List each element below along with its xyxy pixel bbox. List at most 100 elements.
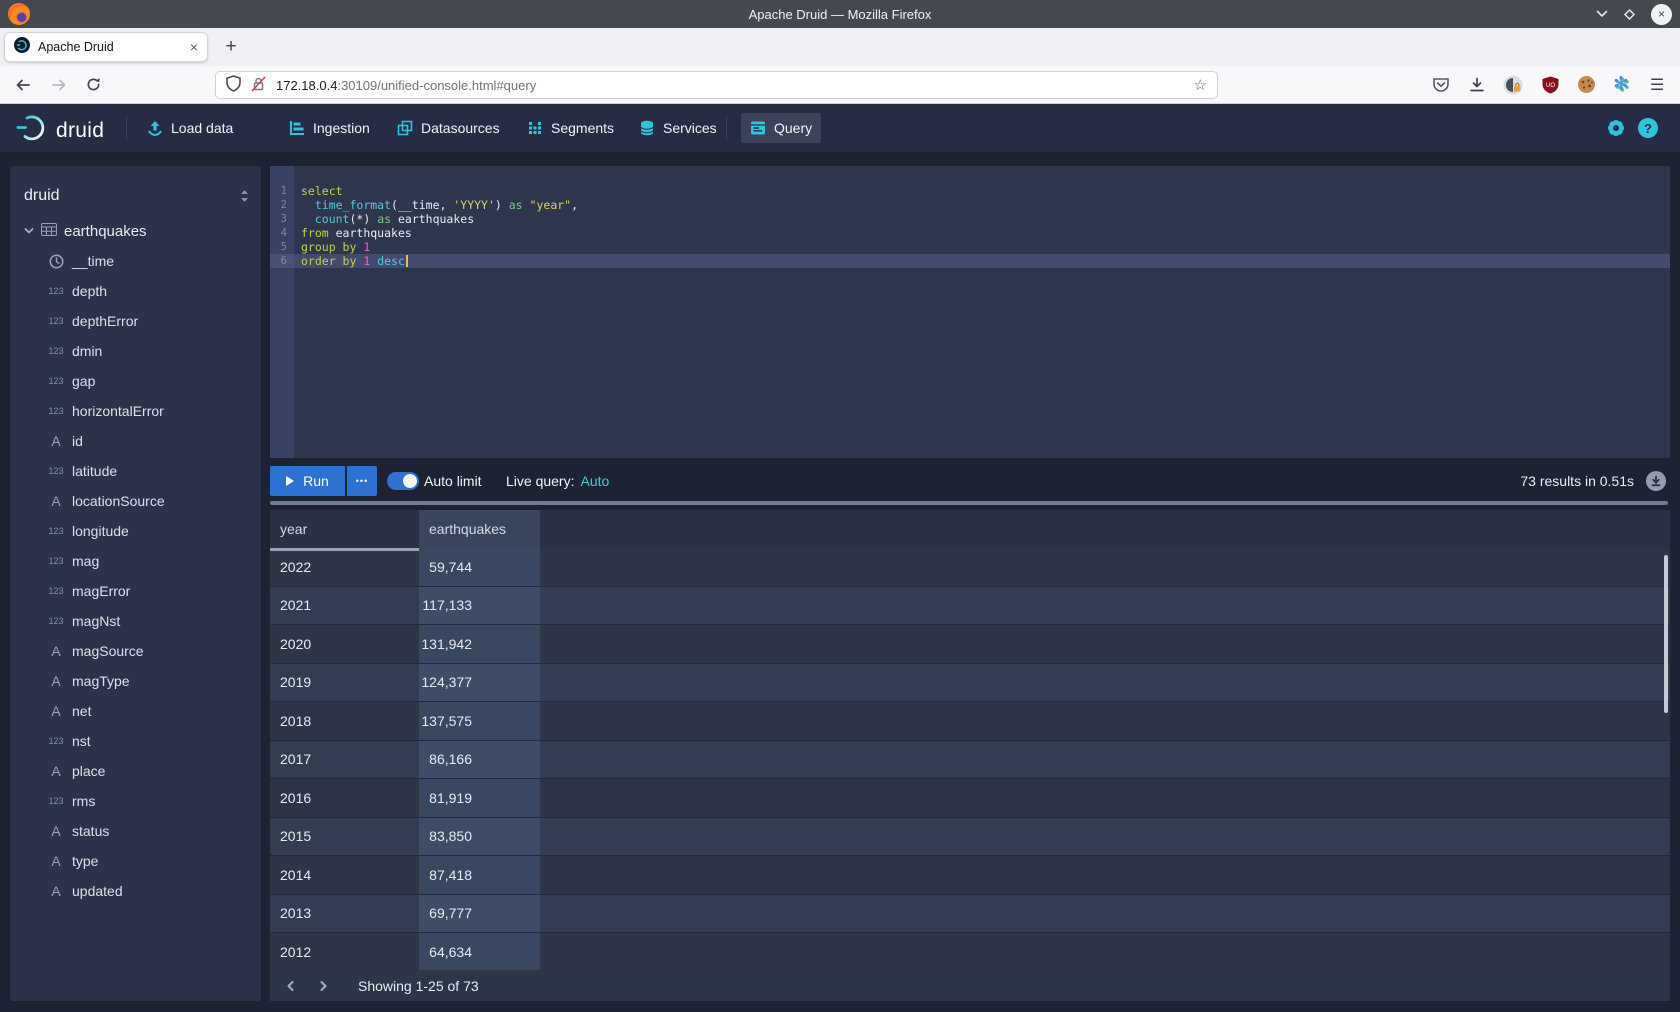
table-item-earthquakes[interactable]: earthquakes xyxy=(10,216,261,246)
table-name: earthquakes xyxy=(64,223,147,240)
number-type-icon: 123 xyxy=(44,466,68,476)
nav-load-data[interactable]: Load data xyxy=(138,113,242,143)
menu-button[interactable]: ☰ xyxy=(1642,66,1672,103)
column-item-magNst[interactable]: 123magNst xyxy=(10,606,261,636)
window-close-button[interactable]: × xyxy=(1651,4,1672,25)
cell-earthquakes[interactable]: 117,133 xyxy=(419,587,540,625)
column-item-dmin[interactable]: 123dmin xyxy=(10,336,261,366)
code-line-2[interactable]: time_format(__time, 'YYYY') as "year", xyxy=(294,198,1670,212)
nav-services[interactable]: Services xyxy=(630,113,726,143)
vertical-scrollbar[interactable] xyxy=(1664,555,1668,713)
cell-earthquakes[interactable]: 83,850 xyxy=(419,818,540,856)
run-more-button[interactable]: ••• xyxy=(347,466,377,496)
column-header-year[interactable]: year xyxy=(270,510,419,548)
cell-year[interactable]: 2017 xyxy=(270,741,419,779)
column-item-updated[interactable]: Aupdated xyxy=(10,876,261,906)
column-header-earthquakes[interactable]: earthquakes xyxy=(419,510,540,548)
cell-earthquakes[interactable]: 124,377 xyxy=(419,664,540,702)
column-item-mag[interactable]: 123mag xyxy=(10,546,261,576)
cell-year[interactable]: 2020 xyxy=(270,625,419,663)
cell-earthquakes[interactable]: 81,919 xyxy=(419,779,540,817)
pocket-button[interactable] xyxy=(1426,66,1456,103)
page-next-button[interactable] xyxy=(312,975,334,997)
bookmark-star-icon[interactable]: ☆ xyxy=(1194,76,1207,94)
nav-segments[interactable]: Segments xyxy=(518,113,623,143)
live-query-value[interactable]: Auto xyxy=(580,473,609,489)
extension-cookie-icon[interactable] xyxy=(1571,66,1601,103)
cell-earthquakes[interactable]: 69,777 xyxy=(419,895,540,933)
play-icon xyxy=(286,476,294,486)
code-line-3[interactable]: count(*) as earthquakes xyxy=(294,212,1670,226)
results-summary: 73 results in 0.51s xyxy=(1520,466,1634,496)
browser-tab[interactable]: Apache Druid × xyxy=(4,32,208,62)
cell-earthquakes[interactable]: 86,166 xyxy=(419,741,540,779)
cell-earthquakes[interactable]: 87,418 xyxy=(419,856,540,894)
reload-button[interactable] xyxy=(78,66,108,103)
editor-code[interactable]: select time_format(__time, 'YYYY') as "y… xyxy=(294,166,1670,458)
auto-limit-toggle[interactable] xyxy=(387,472,419,490)
cell-year[interactable]: 2015 xyxy=(270,818,419,856)
tab-close-icon[interactable]: × xyxy=(190,40,198,54)
column-item-net[interactable]: Anet xyxy=(10,696,261,726)
shield-icon[interactable] xyxy=(226,75,241,95)
column-item-locationSource[interactable]: AlocationSource xyxy=(10,486,261,516)
settings-gear-icon[interactable] xyxy=(1606,118,1626,138)
back-button[interactable] xyxy=(8,66,38,103)
column-item-magError[interactable]: 123magError xyxy=(10,576,261,606)
column-item-latitude[interactable]: 123latitude xyxy=(10,456,261,486)
column-item-__time[interactable]: __time xyxy=(10,246,261,276)
code-line-4[interactable]: from earthquakes xyxy=(294,226,1670,240)
window-maximize-button[interactable] xyxy=(1623,8,1636,21)
column-item-status[interactable]: Astatus xyxy=(10,816,261,846)
cell-year[interactable]: 2016 xyxy=(270,779,419,817)
cell-year[interactable]: 2022 xyxy=(270,548,419,586)
column-item-depthError[interactable]: 123depthError xyxy=(10,306,261,336)
run-button[interactable]: Run xyxy=(270,466,345,496)
column-item-magType[interactable]: AmagType xyxy=(10,666,261,696)
nav-query[interactable]: Query xyxy=(741,113,821,143)
forward-button[interactable] xyxy=(44,66,74,103)
extension-ublock-icon[interactable]: UO xyxy=(1535,66,1565,103)
code-line-1[interactable]: select xyxy=(294,184,1670,198)
insecure-lock-icon[interactable] xyxy=(251,76,266,95)
cell-earthquakes[interactable]: 137,575 xyxy=(419,702,540,740)
cell-year[interactable]: 2013 xyxy=(270,895,419,933)
download-results-button[interactable] xyxy=(1646,471,1666,491)
column-item-gap[interactable]: 123gap xyxy=(10,366,261,396)
nav-datasources[interactable]: Datasources xyxy=(388,113,509,143)
cell-earthquakes[interactable]: 59,744 xyxy=(419,548,540,586)
cell-year[interactable]: 2021 xyxy=(270,587,419,625)
double-caret-icon[interactable] xyxy=(240,189,249,203)
extension-asterisk-icon[interactable]: ✻ xyxy=(1606,66,1636,103)
window-minimize-button[interactable] xyxy=(1596,10,1608,18)
sql-editor[interactable]: 123456 select time_format(__time, 'YYYY'… xyxy=(270,166,1670,458)
code-line-5[interactable]: group by 1 xyxy=(294,240,1670,254)
result-row: 201583,850 xyxy=(270,818,1670,857)
new-tab-button[interactable]: + xyxy=(216,32,246,62)
cell-year[interactable]: 2018 xyxy=(270,702,419,740)
result-row: 201681,919 xyxy=(270,779,1670,818)
column-item-horizontalError[interactable]: 123horizontalError xyxy=(10,396,261,426)
column-item-longitude[interactable]: 123longitude xyxy=(10,516,261,546)
code-line-6[interactable]: order by 1 desc xyxy=(294,254,1670,268)
page-previous-button[interactable] xyxy=(280,975,302,997)
url-bar[interactable]: 172.18.0.4 :30109/unified-console.html#q… xyxy=(215,71,1218,99)
horizontal-scrollbar[interactable] xyxy=(270,501,1668,505)
column-item-type[interactable]: Atype xyxy=(10,846,261,876)
column-item-place[interactable]: Aplace xyxy=(10,756,261,786)
cell-year[interactable]: 2019 xyxy=(270,664,419,702)
column-item-rms[interactable]: 123rms xyxy=(10,786,261,816)
cell-year[interactable]: 2012 xyxy=(270,933,419,970)
cell-year[interactable]: 2014 xyxy=(270,856,419,894)
column-item-magSource[interactable]: AmagSource xyxy=(10,636,261,666)
downloads-button[interactable] xyxy=(1462,66,1492,103)
nav-ingestion[interactable]: Ingestion xyxy=(280,113,379,143)
help-button[interactable]: ? xyxy=(1638,118,1658,138)
number-type-icon: 123 xyxy=(44,286,68,296)
column-item-nst[interactable]: 123nst xyxy=(10,726,261,756)
cell-earthquakes[interactable]: 131,942 xyxy=(419,625,540,663)
extension-privacy-icon[interactable] xyxy=(1498,66,1528,103)
column-item-id[interactable]: Aid xyxy=(10,426,261,456)
cell-earthquakes[interactable]: 64,634 xyxy=(419,933,540,970)
column-item-depth[interactable]: 123depth xyxy=(10,276,261,306)
